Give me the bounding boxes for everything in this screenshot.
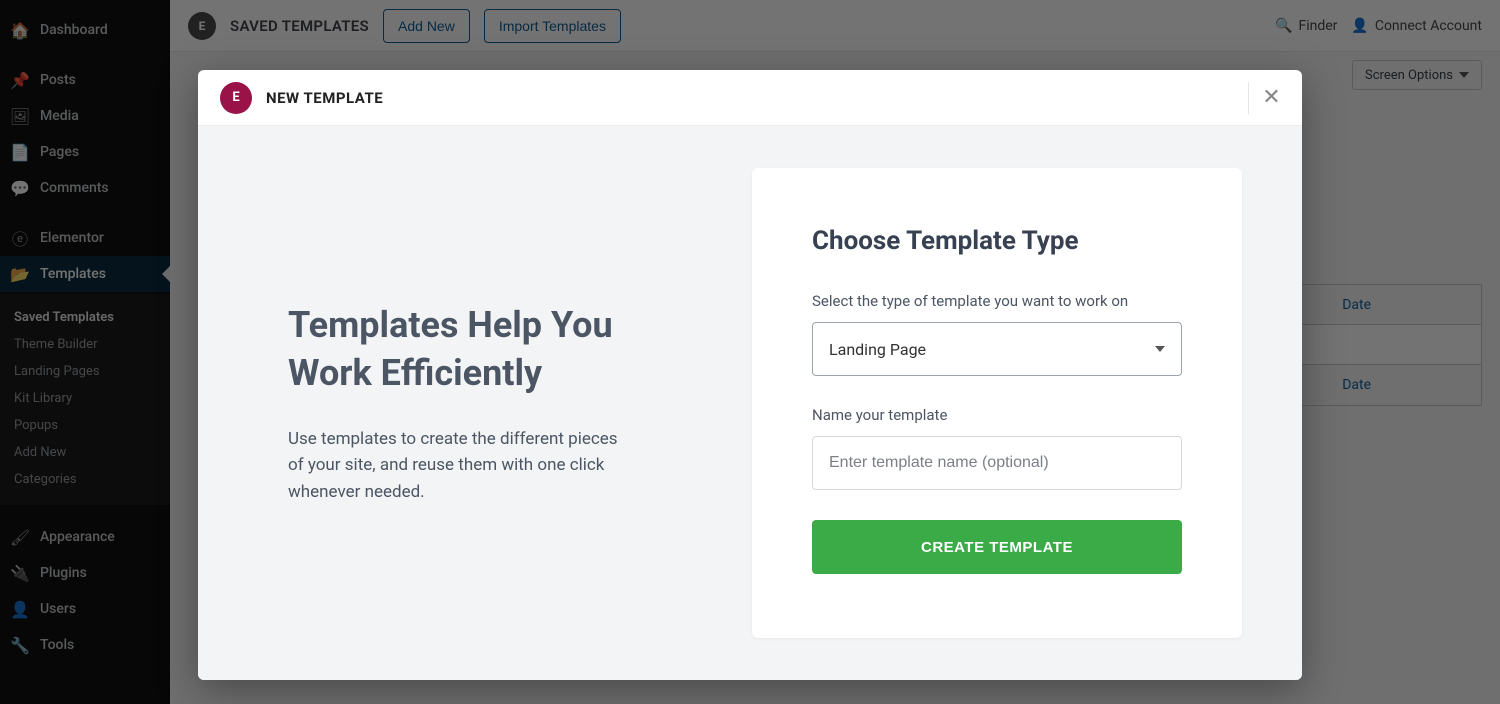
modal-title: NEW TEMPLATE: [266, 89, 383, 107]
modal-info-body: Use templates to create the different pi…: [288, 426, 628, 505]
template-type-select[interactable]: Landing Page: [812, 322, 1182, 376]
new-template-modal: E NEW TEMPLATE ✕ Templates Help You Work…: [198, 70, 1302, 680]
close-icon: ✕: [1262, 85, 1280, 110]
elementor-logo-icon: E: [220, 82, 252, 114]
modal-info-panel: Templates Help You Work Efficiently Use …: [198, 126, 752, 680]
create-template-button[interactable]: CREATE TEMPLATE: [812, 520, 1182, 574]
template-name-label: Name your template: [812, 406, 1182, 424]
template-type-value: Landing Page: [829, 340, 926, 359]
template-name-input[interactable]: [812, 436, 1182, 490]
modal-body: Templates Help You Work Efficiently Use …: [198, 126, 1302, 680]
modal-info-heading: Templates Help You Work Efficiently: [288, 301, 692, 398]
modal-close-button[interactable]: ✕: [1248, 82, 1280, 114]
template-type-label: Select the type of template you want to …: [812, 292, 1182, 310]
modal-header: E NEW TEMPLATE ✕: [198, 70, 1302, 126]
modal-form-heading: Choose Template Type: [812, 226, 1182, 256]
modal-form-panel: Choose Template Type Select the type of …: [752, 168, 1242, 638]
chevron-down-icon: [1155, 346, 1165, 352]
